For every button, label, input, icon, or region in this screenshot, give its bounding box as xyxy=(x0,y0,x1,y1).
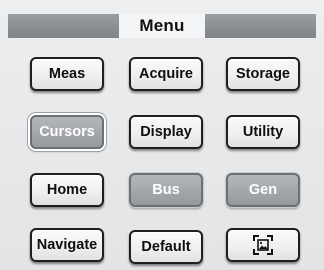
display-button[interactable]: Display xyxy=(129,115,203,149)
meas-button[interactable]: Meas xyxy=(30,57,104,91)
bus-button[interactable]: Bus xyxy=(129,173,203,207)
utility-button[interactable]: Utility xyxy=(226,115,300,149)
cursors-button[interactable]: Cursors xyxy=(30,115,104,149)
menu-title: Menu xyxy=(119,14,205,38)
navigate-button[interactable]: Navigate xyxy=(30,228,104,262)
gen-button[interactable]: Gen xyxy=(226,173,300,207)
default-button[interactable]: Default xyxy=(129,230,203,264)
screenshot-icon xyxy=(252,234,274,256)
menu-panel: Menu Meas Acquire Storage Cursors Displa… xyxy=(0,0,324,270)
storage-button[interactable]: Storage xyxy=(226,57,300,91)
home-button[interactable]: Home xyxy=(30,173,104,207)
screenshot-button[interactable] xyxy=(226,228,300,262)
acquire-button[interactable]: Acquire xyxy=(129,57,203,91)
